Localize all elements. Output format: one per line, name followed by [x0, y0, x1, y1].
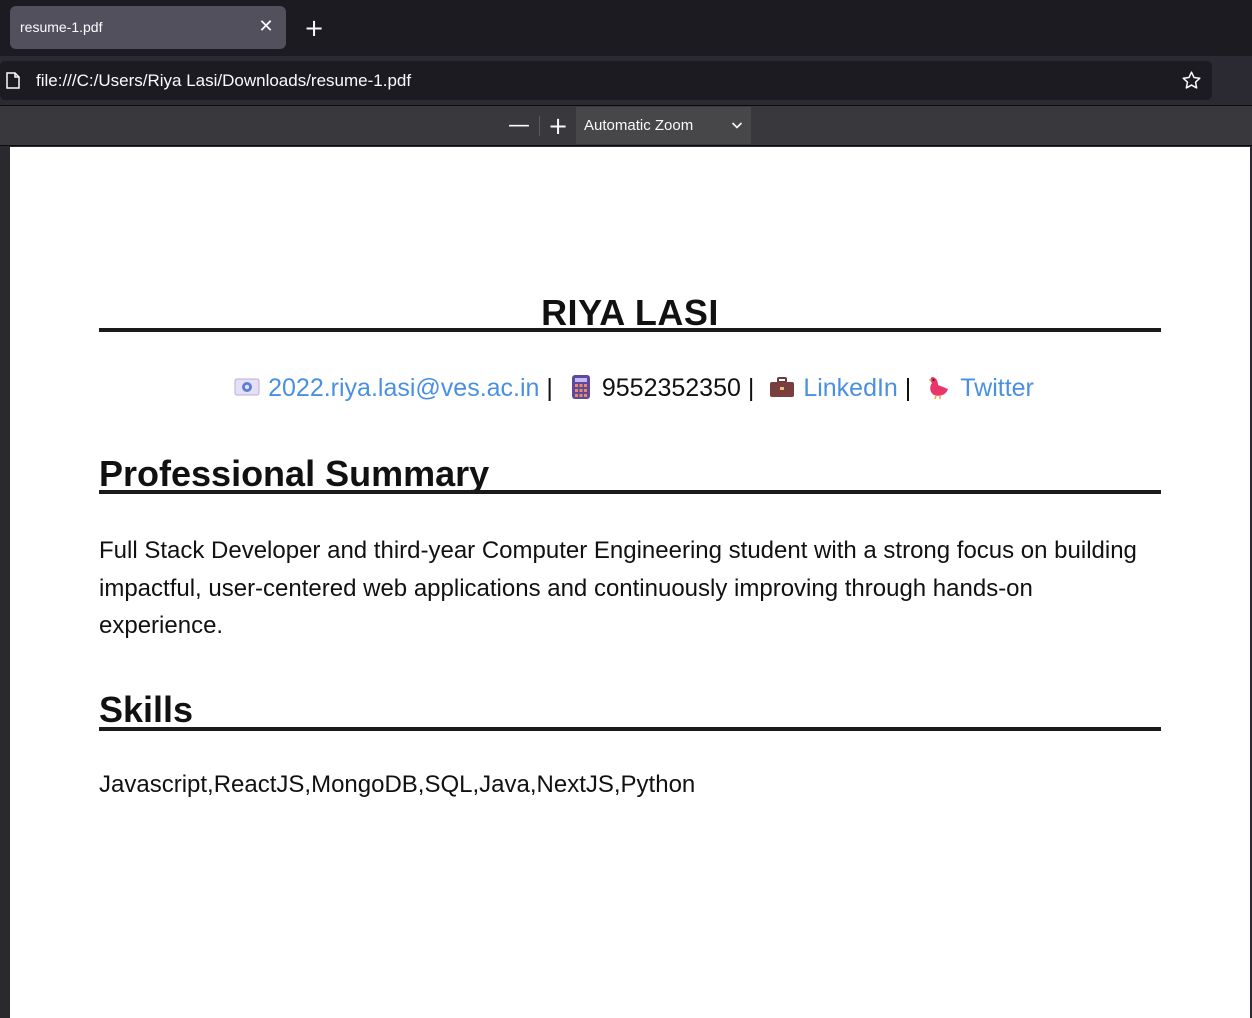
briefcase-icon: [770, 377, 795, 397]
separator: |: [747, 374, 755, 402]
pdf-viewer[interactable]: RIYA LASI 2022.riya.lasi@ves.ac.in | 955…: [0, 147, 1252, 1018]
summary-divider: [99, 490, 1161, 494]
page-icon: [6, 72, 20, 89]
toolbar-divider: [539, 116, 540, 136]
summary-text: Full Stack Developer and third-year Comp…: [99, 537, 1137, 639]
tab-title: resume-1.pdf: [20, 19, 103, 35]
linkedin-link[interactable]: LinkedIn: [803, 374, 898, 402]
tab-resume[interactable]: resume-1.pdf ✕: [10, 6, 286, 49]
separator: |: [904, 374, 912, 402]
chevron-down-icon: [731, 122, 743, 129]
name-divider: [99, 328, 1161, 332]
zoom-out-button[interactable]: —: [506, 114, 532, 140]
skills-divider: [99, 727, 1161, 731]
phone-number: 9552352350: [601, 374, 741, 402]
pdf-toolbar: — + Automatic Zoom: [0, 106, 1252, 146]
bird-icon: [929, 377, 949, 399]
skills-text: Javascript,ReactJS,MongoDB,SQL,Java,Next…: [99, 771, 696, 798]
envelope-icon: [234, 378, 260, 396]
zoom-value: Automatic Zoom: [584, 117, 694, 134]
pdf-page: RIYA LASI 2022.riya.lasi@ves.ac.in | 955…: [10, 147, 1250, 1018]
url-text[interactable]: file:///C:/Users/Riya Lasi/Downloads/res…: [36, 71, 411, 91]
contact-line: 2022.riya.lasi@ves.ac.in | 9552352350 |: [99, 371, 1161, 405]
summary-heading: Professional Summary: [99, 453, 490, 494]
zoom-select[interactable]: Automatic Zoom: [576, 107, 751, 144]
calculator-icon: [571, 375, 590, 399]
separator: |: [546, 374, 553, 402]
email-link[interactable]: 2022.riya.lasi@ves.ac.in: [268, 374, 539, 402]
nav-bar: file:///C:/Users/Riya Lasi/Downloads/res…: [0, 56, 1252, 106]
new-tab-button[interactable]: +: [300, 14, 328, 42]
url-bar[interactable]: file:///C:/Users/Riya Lasi/Downloads/res…: [0, 61, 1212, 100]
tab-bar: resume-1.pdf ✕ +: [0, 0, 1252, 56]
skills-heading: Skills: [99, 689, 194, 730]
resume-name: RIYA LASI: [541, 292, 719, 333]
zoom-in-button[interactable]: +: [545, 114, 571, 140]
twitter-link[interactable]: Twitter: [960, 374, 1034, 402]
close-tab-icon[interactable]: ✕: [254, 15, 278, 39]
bookmark-star-icon[interactable]: [1181, 70, 1202, 91]
